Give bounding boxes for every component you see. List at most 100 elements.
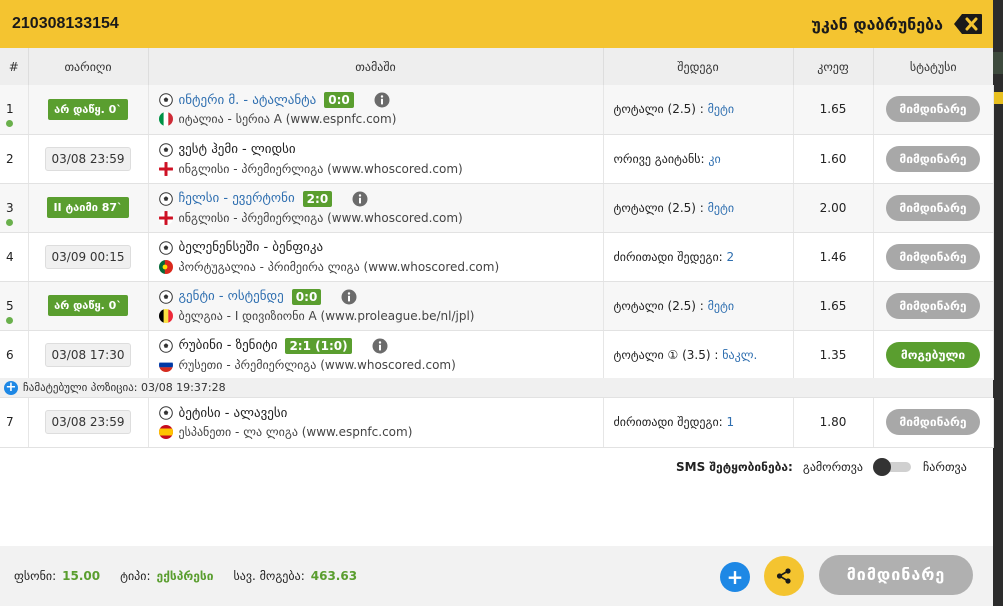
status-badge: მიმდინარე bbox=[886, 292, 980, 319]
soccer-ball-icon bbox=[158, 289, 173, 304]
background-strip bbox=[993, 0, 1003, 606]
table-row: 1 არ დაწყ. 0` ინტერი მ. - ატალანტა 0:0 იტალი… bbox=[0, 85, 994, 135]
ticket-status-button[interactable]: მიმდინარე bbox=[819, 555, 973, 595]
match-date: II ტაიმი 87` bbox=[47, 197, 129, 218]
odds-value: 1.60 bbox=[793, 134, 874, 184]
table-row: 4 03/09 00:15 ბელენენსეში - ბენფიკა პორტუგა… bbox=[0, 232, 994, 282]
possible-win-label: სავ. მოგება: bbox=[233, 569, 305, 583]
spain-flag-icon bbox=[158, 425, 173, 440]
bet-pick: მეტი bbox=[707, 200, 735, 215]
bet-pick: 2 bbox=[726, 249, 735, 264]
live-score: 2:1 (1:0) bbox=[285, 337, 352, 354]
soccer-ball-icon bbox=[158, 142, 173, 157]
col-result: შედეგი bbox=[603, 48, 794, 85]
status-badge: მიმდინარე bbox=[886, 409, 980, 436]
bet-market: ტოტალი (2.5) : bbox=[613, 200, 708, 215]
live-dot-icon bbox=[6, 218, 13, 226]
live-score: 2:0 bbox=[302, 190, 333, 207]
soccer-ball-icon bbox=[158, 240, 173, 255]
share-button[interactable] bbox=[764, 556, 804, 596]
col-game: თამაში bbox=[148, 48, 604, 85]
soccer-ball-icon bbox=[158, 406, 173, 421]
table-row: 5 არ დაწყ. 0` გენტი - ოსტენდე 0:0 ბელგია - I… bbox=[0, 281, 994, 331]
ticket-header: 210308133154 უკან დაბრუნება bbox=[0, 0, 993, 48]
soccer-ball-icon bbox=[158, 338, 173, 353]
odds-value: 1.65 bbox=[793, 85, 874, 135]
bet-market: ტოტალი ① (3.5) : bbox=[613, 347, 723, 362]
live-score: 0:0 bbox=[324, 92, 354, 109]
bets-table-extra: 7 03/08 23:59 ბეტისი - ალავესი ესპანეთი … bbox=[0, 398, 994, 448]
row-number: 6 bbox=[6, 347, 14, 362]
match-date: არ დაწყ. 0` bbox=[48, 98, 128, 120]
info-icon[interactable] bbox=[352, 191, 368, 207]
match-date: 03/09 00:15 bbox=[44, 244, 132, 269]
match-teams[interactable]: გენტი - ოსტენდე bbox=[179, 289, 284, 304]
status-badge: მოგებული bbox=[886, 341, 980, 368]
match-teams[interactable]: ბეტისი - ალავესი bbox=[179, 406, 288, 421]
match-teams[interactable]: ბელენენსეში - ბენფიკა bbox=[179, 240, 324, 255]
match-teams[interactable]: ინტერი მ. - ატალანტა bbox=[179, 93, 317, 108]
portugal-flag-icon bbox=[158, 259, 173, 274]
info-icon[interactable] bbox=[341, 289, 357, 305]
match-teams[interactable]: ჩელსი - ევერტონი bbox=[179, 191, 295, 206]
league-name: ინგლისი - პრემიერლიგა (www.whoscored.com… bbox=[178, 161, 463, 176]
england-flag-icon bbox=[158, 161, 173, 176]
back-button[interactable]: უკან დაბრუნება bbox=[811, 13, 983, 35]
info-icon[interactable] bbox=[374, 92, 390, 108]
match-teams[interactable]: რუბინი - ზენიტი bbox=[179, 338, 278, 353]
odds-value: 1.35 bbox=[793, 330, 874, 380]
row-number: 7 bbox=[0, 398, 29, 448]
type-value: ექსპრესი bbox=[156, 569, 214, 583]
italy-flag-icon bbox=[158, 112, 173, 127]
sms-notification: SMS შეტყობინება: გამორთვა ჩართვა bbox=[676, 458, 967, 476]
bet-pick: 1 bbox=[726, 415, 735, 430]
added-position-text: ჩამატებული პოზიცია: 03/08 19:37:28 bbox=[23, 381, 226, 394]
odds-value: 1.80 bbox=[793, 398, 874, 448]
share-icon bbox=[776, 568, 791, 584]
status-badge: მიმდინარე bbox=[886, 145, 980, 172]
type-label: ტიპი: bbox=[120, 569, 151, 583]
league-name: ესპანეთი - ლა ლიგა (www.espnfc.com) bbox=[178, 425, 413, 440]
col-num: # bbox=[0, 48, 29, 85]
league-name: პორტუგალია - პრიმეირა ლიგა (www.whoscore… bbox=[178, 259, 500, 274]
sms-off-label: გამორთვა bbox=[802, 460, 864, 474]
sms-toggle[interactable] bbox=[873, 458, 913, 476]
added-position-row: + ჩამატებული პოზიცია: 03/08 19:37:28 bbox=[0, 378, 993, 398]
match-teams[interactable]: ვესტ ჰემი - ლიდსი bbox=[179, 142, 296, 157]
match-date: 03/08 23:59 bbox=[44, 410, 132, 435]
row-number: 2 bbox=[6, 151, 14, 166]
league-name: ინგლისი - პრემიერლიგა (www.whoscored.com… bbox=[178, 210, 463, 225]
expand-plus-icon[interactable]: + bbox=[4, 380, 18, 395]
sms-label: SMS შეტყობინება: bbox=[676, 460, 793, 474]
row-number: 5 bbox=[6, 298, 14, 313]
add-button[interactable]: + bbox=[720, 562, 750, 592]
bet-market: ტოტალი (2.5) : bbox=[613, 298, 708, 313]
bet-pick: ნაკლ. bbox=[722, 347, 758, 362]
league-name: რუსეთი - პრემიერლიგა (www.whoscored.com) bbox=[178, 357, 456, 372]
row-number: 3 bbox=[6, 200, 14, 215]
backspace-close-icon bbox=[954, 14, 982, 34]
bets-table: # თარიღი თამაში შედეგი კოეფ სტატუსი 1 არ … bbox=[0, 48, 994, 380]
match-date: 03/08 17:30 bbox=[44, 342, 132, 367]
russia-flag-icon bbox=[158, 357, 173, 372]
stake-value: 15.00 bbox=[62, 569, 101, 583]
league-name: ბელგია - I დივიზიონი A (www.proleague.be… bbox=[178, 308, 475, 323]
status-badge: მიმდინარე bbox=[886, 243, 980, 270]
table-row: 3 II ტაიმი 87` ჩელსი - ევერტონი 2:0 ინგლისი … bbox=[0, 183, 994, 233]
match-date: არ დაწყ. 0` bbox=[48, 295, 128, 316]
soccer-ball-icon bbox=[158, 191, 173, 206]
row-number: 1 bbox=[6, 102, 14, 117]
sms-on-label: ჩართვა bbox=[923, 460, 967, 474]
bet-pick: მეტი bbox=[707, 102, 735, 117]
odds-value: 1.46 bbox=[793, 232, 874, 282]
info-icon[interactable] bbox=[372, 338, 388, 354]
table-row: 2 03/08 23:59 ვესტ ჰემი - ლიდსი ინგლისი - პ… bbox=[0, 134, 994, 184]
status-badge: მიმდინარე bbox=[886, 96, 980, 123]
col-status: სტატუსი bbox=[873, 48, 993, 85]
league-name: იტალია - სერია A (www.espnfc.com) bbox=[178, 112, 397, 127]
row-number: 4 bbox=[6, 249, 14, 264]
live-score: 0:0 bbox=[291, 288, 322, 305]
england-flag-icon bbox=[158, 210, 173, 225]
soccer-ball-icon bbox=[158, 93, 173, 108]
col-date: თარიღი bbox=[28, 48, 149, 85]
